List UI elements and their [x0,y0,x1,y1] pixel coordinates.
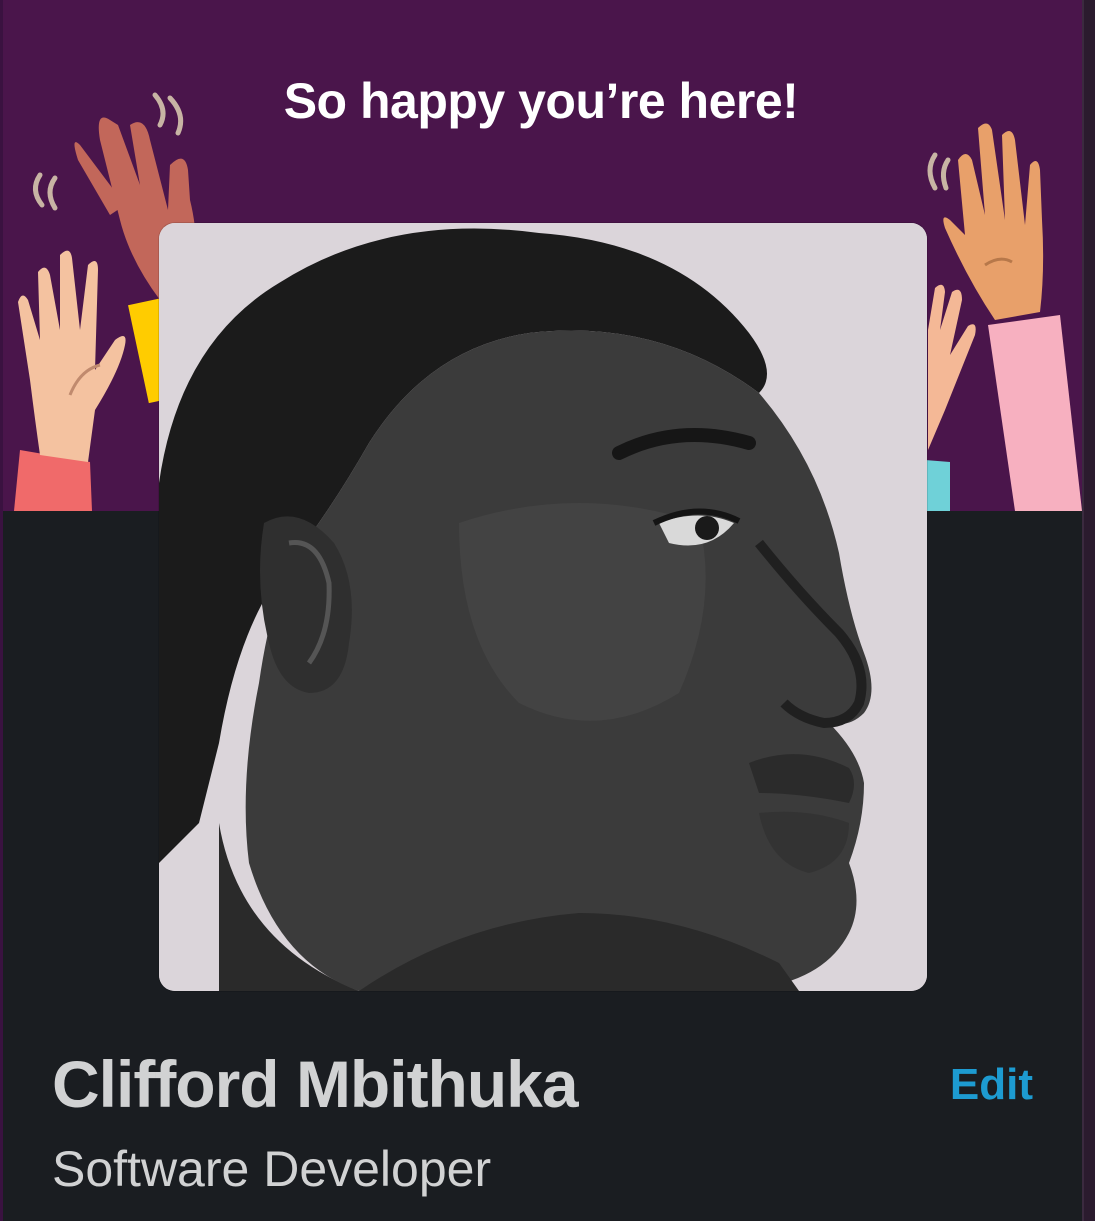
profile-panel: So happy you’re here! Clifford Mbithuka … [0,0,1095,1221]
panel-divider [1082,0,1084,1221]
waving-hand-orange-icon [943,123,1082,511]
waving-hand-peach-icon [14,250,126,511]
profile-photo[interactable] [159,223,927,991]
profile-name: Clifford Mbithuka [52,1047,579,1121]
welcome-message: So happy you’re here! [283,73,799,129]
edit-profile-button[interactable]: Edit [950,1060,1033,1110]
panel-left-border [0,0,3,1221]
profile-job-title: Software Developer [52,1141,492,1197]
profile-photo-image [159,223,927,991]
waving-hand-small-peach-icon [925,284,976,511]
